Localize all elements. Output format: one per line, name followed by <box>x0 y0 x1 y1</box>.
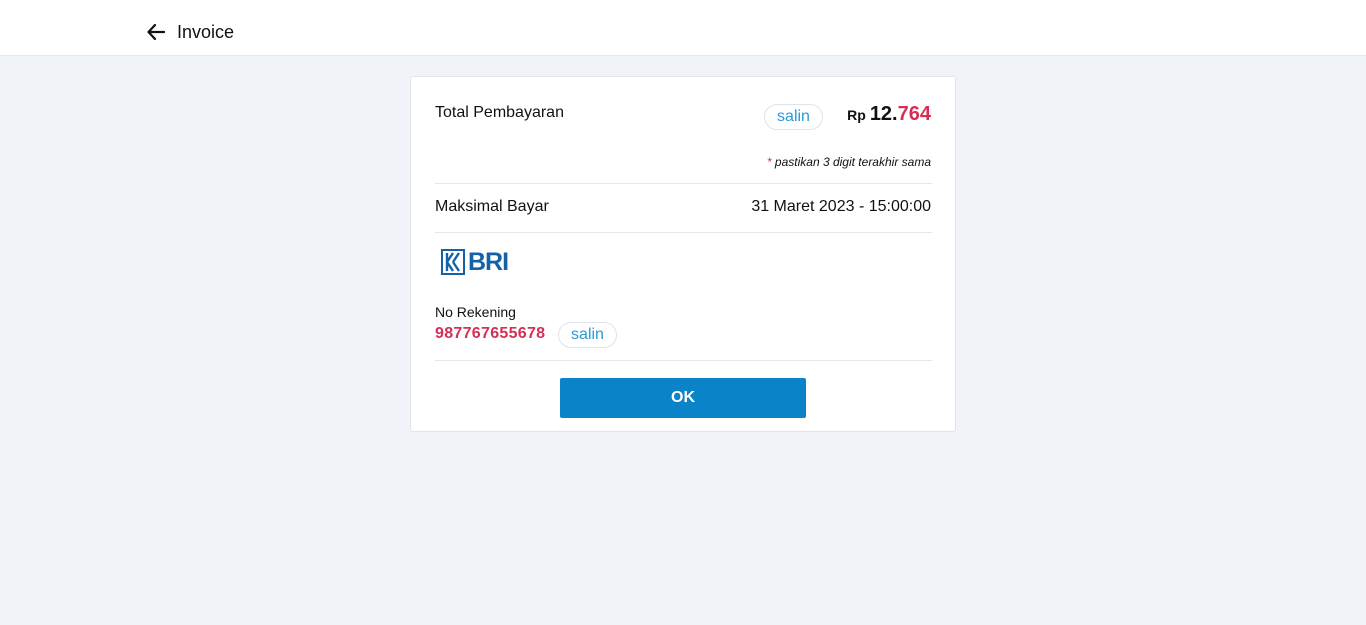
divider <box>435 183 932 184</box>
unique-code-note: * pastikan 3 digit terakhir sama <box>767 155 931 169</box>
account-number-label: No Rekening <box>435 304 516 320</box>
deadline-label: Maksimal Bayar <box>435 198 549 215</box>
arrow-left-icon <box>147 24 165 40</box>
top-bar: Invoice <box>0 0 1366 56</box>
bri-logo-icon <box>441 249 465 275</box>
note-text: pastikan 3 digit terakhir sama <box>774 155 931 169</box>
ok-button[interactable]: OK <box>560 378 806 418</box>
bri-bank-logo: BRI <box>441 249 511 275</box>
note-asterisk: * <box>766 155 772 169</box>
account-number: 987767655678 <box>435 325 546 342</box>
total-amount: Rp 12.764 <box>847 103 931 126</box>
total-payment-label: Total Pembayaran <box>435 104 564 121</box>
divider <box>435 360 932 361</box>
deadline-value: 31 Maret 2023 - 15:00:00 <box>751 198 931 215</box>
currency-label: Rp <box>847 107 866 123</box>
copy-amount-button[interactable]: salin <box>764 104 823 130</box>
amount-main: 12. <box>869 103 898 125</box>
invoice-card: Total Pembayaran salin Rp 12.764 * pastik… <box>410 76 956 432</box>
page-title: Invoice <box>177 22 235 42</box>
back-button[interactable] <box>144 20 168 44</box>
bank-logo-text: BRI <box>468 248 509 276</box>
amount-last-digits: 764 <box>897 103 931 125</box>
divider <box>435 232 932 233</box>
copy-account-button[interactable]: salin <box>558 322 617 348</box>
